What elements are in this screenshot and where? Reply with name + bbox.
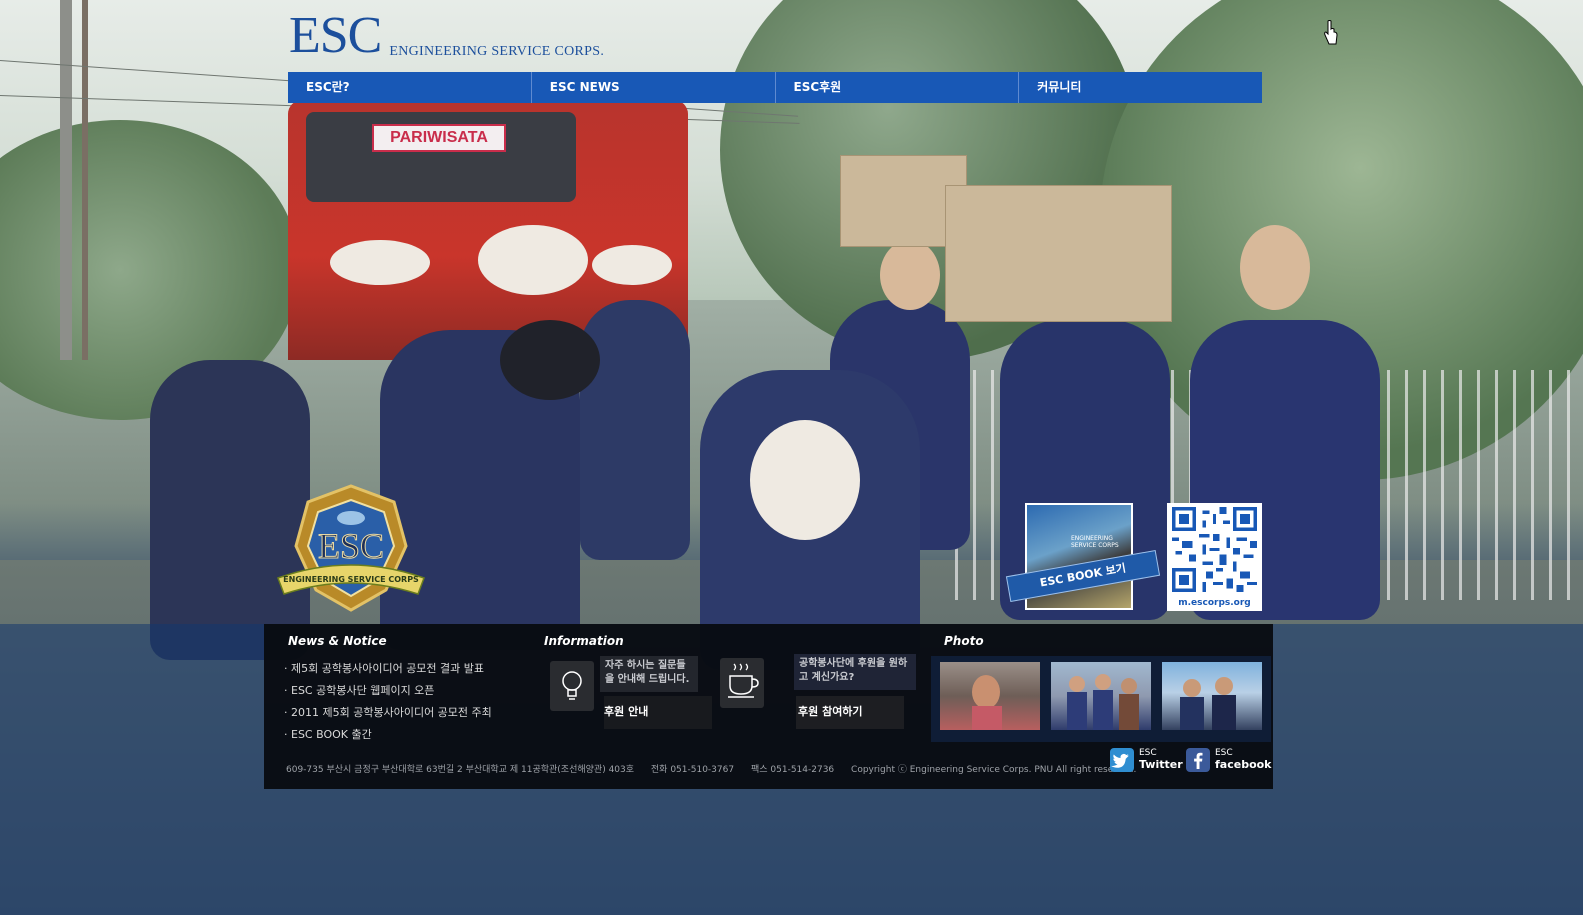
footer-phone: 전화 051-510-3767 <box>650 765 735 775</box>
book-cover-title: ENGINEERING SERVICE CORPS <box>1071 535 1119 549</box>
photo-thumbnail[interactable] <box>1162 662 1262 730</box>
site-logo[interactable]: ESC ENGINEERING SERVICE CORPS. <box>289 10 604 62</box>
news-item[interactable]: 제5회 공학봉사아이디어 공모전 결과 발표 <box>284 660 492 682</box>
footer-copyright: Copyright ⓒ Engineering Service Corps. P… <box>851 765 1137 775</box>
mobile-qr-code[interactable]: m.escorps.org <box>1167 503 1262 611</box>
twitter-label: Twitter <box>1139 758 1183 771</box>
nav-item-support[interactable]: ESC후원 <box>776 72 1020 103</box>
facebook-label: facebook <box>1215 758 1272 771</box>
faq-link[interactable]: 후원 안내 <box>604 696 712 729</box>
footer-address: 609-735 부산시 금정구 부산대학로 63번길 2 부산대학교 제 11공… <box>286 765 635 775</box>
qr-code-icon <box>1172 507 1257 592</box>
photo-title: Photo <box>944 634 984 648</box>
main-nav: ESC란? ESC NEWS ESC후원 커뮤니티 <box>288 72 1262 103</box>
nav-item-community[interactable]: 커뮤니티 <box>1019 72 1262 103</box>
footer-fax: 팩스 051-514-2736 <box>750 765 835 775</box>
news-item[interactable]: ESC 공학봉사단 웹페이지 오픈 <box>284 682 492 704</box>
faq-description: 자주 하시는 질문들을 안내해 드립니다. <box>600 656 698 692</box>
logo-subtitle: ENGINEERING SERVICE CORPS. <box>389 44 605 59</box>
qr-label: m.escorps.org <box>1178 598 1251 608</box>
photo-thumbnail[interactable] <box>940 662 1040 730</box>
photo-thumbnail[interactable] <box>1051 662 1151 730</box>
facebook-link[interactable]: ESC facebook <box>1186 748 1272 772</box>
information-title: Information <box>544 634 624 648</box>
hat <box>478 225 588 295</box>
hat <box>330 240 430 285</box>
news-item[interactable]: 2011 제5회 공학봉사아이디어 공모전 주최 <box>284 704 492 726</box>
hat <box>750 420 860 540</box>
emblem-ribbon: ENGINEERING SERVICE CORPS <box>283 575 419 584</box>
head <box>1240 225 1310 310</box>
head <box>880 240 940 310</box>
bus-sign: PARIWISATA <box>372 124 506 152</box>
lightbulb-icon <box>550 661 594 711</box>
child-photo-icon <box>972 675 1002 730</box>
volunteers-photo-icon <box>1180 677 1236 730</box>
head <box>500 320 600 400</box>
news-item[interactable]: ESC BOOK 출간 <box>284 726 492 748</box>
group-photo-icon <box>1067 674 1139 730</box>
nav-item-about[interactable]: ESC란? <box>288 72 532 103</box>
twitter-link[interactable]: ESC Twitter <box>1110 748 1183 772</box>
footer-panel: News & Notice 제5회 공학봉사아이디어 공모전 결과 발표 ESC… <box>264 624 1273 789</box>
support-link[interactable]: 후원 참여하기 <box>796 696 904 729</box>
cardboard-box <box>945 185 1172 322</box>
utility-pole <box>60 0 72 360</box>
esc-book-link[interactable]: ENGINEERING SERVICE CORPS ESC BOOK 보기 <box>1005 503 1161 610</box>
nav-item-news[interactable]: ESC NEWS <box>532 72 776 103</box>
facebook-icon <box>1186 748 1210 772</box>
person <box>580 300 690 560</box>
twitter-icon <box>1110 748 1134 772</box>
news-list: 제5회 공학봉사아이디어 공모전 결과 발표 ESC 공학봉사단 웹페이지 오픈… <box>284 660 492 748</box>
hand-cursor-icon <box>1324 20 1338 45</box>
emblem-text: ESC <box>318 526 384 566</box>
logo-text: ESC <box>289 7 382 64</box>
footer-info: 609-735 부산시 금정구 부산대학로 63번길 2 부산대학교 제 11공… <box>286 762 1150 775</box>
utility-pole <box>82 0 88 360</box>
esc-emblem-icon[interactable]: ESC ENGINEERING SERVICE CORPS <box>276 482 426 614</box>
coffee-cup-icon <box>720 658 764 708</box>
support-description: 공학봉사단에 후원을 원하고 계신가요? <box>794 654 916 690</box>
news-title: News & Notice <box>288 634 387 648</box>
hat <box>592 245 672 285</box>
photo-strip <box>931 656 1271 742</box>
